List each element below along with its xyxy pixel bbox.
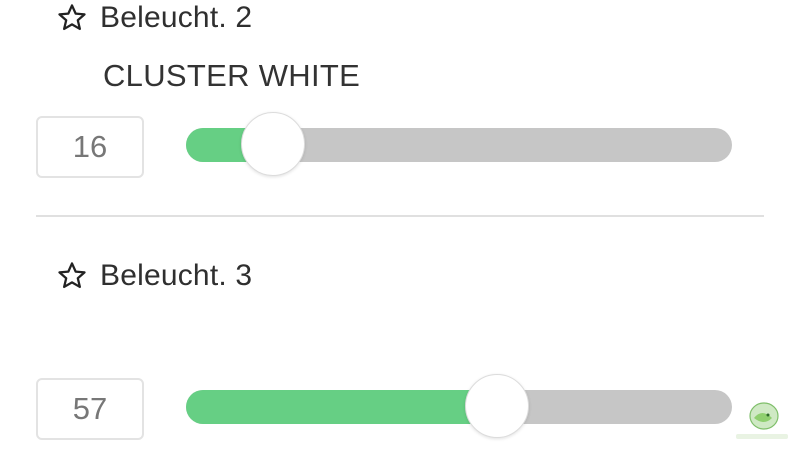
channel-3-header: Beleucht. 3 — [56, 258, 252, 294]
channel-2-slider[interactable] — [186, 112, 732, 176]
light-channels-panel: Beleucht. 2 CLUSTER WHITE 16 Beleucht. 3… — [0, 0, 800, 450]
channel-2-title: Beleucht. 2 — [100, 1, 253, 34]
slider-fill — [186, 390, 498, 424]
watermark-logo — [732, 398, 792, 444]
slider-thumb[interactable] — [465, 374, 530, 438]
fish-logo-icon — [736, 402, 788, 439]
favorite-star-icon[interactable] — [56, 2, 88, 34]
channel-2-value-field[interactable]: 16 — [36, 116, 144, 178]
channel-2-subtitle: CLUSTER WHITE — [103, 58, 361, 93]
channel-2-header: Beleucht. 2 — [56, 0, 252, 36]
slider-thumb[interactable] — [241, 112, 306, 176]
channel-3-title: Beleucht. 3 — [100, 259, 253, 292]
channel-3-slider[interactable] — [186, 374, 732, 438]
channel-3-value-field[interactable]: 57 — [36, 378, 144, 440]
divider — [36, 215, 764, 217]
favorite-star-icon[interactable] — [56, 260, 88, 292]
